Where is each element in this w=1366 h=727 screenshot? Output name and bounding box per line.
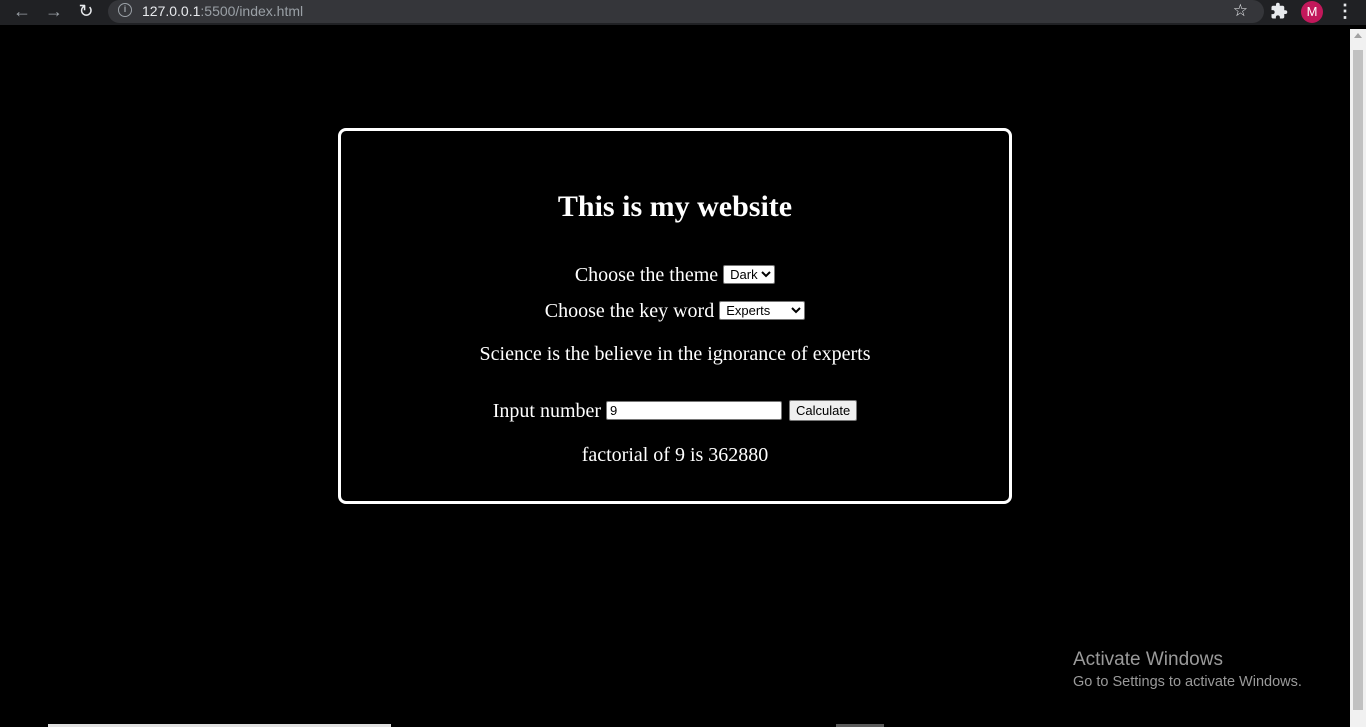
quote-text: Science is the believe in the ignorance … [479, 343, 871, 365]
keyword-select[interactable]: Experts [719, 301, 806, 320]
scrollbar-thumb[interactable] [1353, 50, 1363, 710]
factorial-result: factorial of 9 is 362880 [581, 444, 769, 466]
browser-toolbar: ← → ↻ i 127.0.0.1:5500/index.html ☆ M ⋮ [0, 0, 1366, 25]
calculate-button[interactable]: Calculate [789, 400, 858, 421]
windows-activation-watermark: Activate Windows Go to Settings to activ… [1073, 649, 1302, 690]
number-input[interactable] [606, 401, 783, 420]
page-title: This is my website [557, 190, 793, 223]
bookmark-star-icon[interactable]: ☆ [1233, 0, 1248, 22]
reload-icon[interactable]: ↻ [72, 0, 100, 25]
factorial-input-row: Input number Calculate [341, 400, 1009, 423]
watermark-subtitle: Go to Settings to activate Windows. [1073, 674, 1302, 690]
watermark-title: Activate Windows [1073, 649, 1223, 670]
input-number-label: Input number [492, 400, 602, 422]
theme-row: Choose the theme Dark [341, 264, 1009, 287]
main-card: This is my website Choose the theme Dark… [338, 128, 1012, 504]
profile-avatar[interactable]: M [1301, 1, 1323, 23]
keyword-label: Choose the key word [544, 300, 715, 322]
extensions-puzzle-icon[interactable] [1270, 2, 1288, 20]
theme-select[interactable]: Dark [723, 265, 776, 284]
page-viewport: This is my website Choose the theme Dark… [0, 29, 1350, 727]
site-info-icon[interactable]: i [118, 3, 132, 17]
menu-kebab-icon[interactable]: ⋮ [1336, 0, 1354, 25]
scroll-up-arrow-icon[interactable] [1354, 33, 1362, 38]
vertical-scrollbar[interactable] [1350, 29, 1366, 727]
theme-label: Choose the theme [574, 264, 719, 286]
address-bar[interactable]: i 127.0.0.1:5500/index.html ☆ [108, 0, 1264, 23]
keyword-row: Choose the key word Experts [341, 300, 1009, 323]
forward-arrow-icon[interactable]: → [40, 0, 68, 25]
address-url[interactable]: 127.0.0.1:5500/index.html [142, 3, 303, 19]
back-arrow-icon[interactable]: ← [8, 0, 36, 25]
